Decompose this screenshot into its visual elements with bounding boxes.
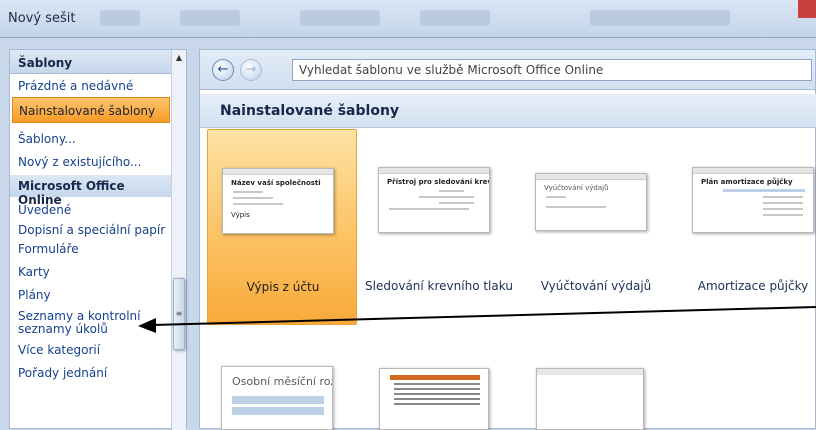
- template-thumbnail: Vyúčtování výdajů: [535, 173, 647, 231]
- thumbnail-title: Vyúčtování výdajů: [544, 184, 609, 192]
- window-title: Nový sešit: [8, 11, 76, 26]
- thumbnail-title: Název vaší společnosti: [231, 179, 321, 187]
- thumbnail-title: Plán amortizace půjčky: [701, 178, 793, 186]
- blurred-toolbar-region: [100, 10, 140, 26]
- forward-arrow-icon[interactable]: →: [240, 59, 262, 81]
- template-tile-loan-amortization[interactable]: Plán amortizace půjčky Amortizace půjčky: [678, 129, 816, 325]
- sidebar-item-more-categories[interactable]: Více kategorií: [10, 336, 172, 357]
- sidebar-item-forms[interactable]: Formuláře: [10, 237, 172, 256]
- template-label: Vyúčtování výdajů: [540, 279, 652, 293]
- template-tile-account-statement[interactable]: Název vaší společnosti Výpis Výpis z účt…: [207, 129, 357, 325]
- template-thumbnail-monthly-budget[interactable]: Osobní měsíční rozpo: [221, 366, 333, 430]
- template-thumbnail: Přístroj pro sledování krevního tl: [378, 167, 490, 233]
- template-label: Amortizace půjčky: [697, 279, 809, 293]
- sidebar-item-checklists[interactable]: Seznamy a kontrolní seznamy úkolů: [10, 302, 172, 336]
- templates-sidebar: Šablony Prázdné a nedávné Nainstalované …: [9, 49, 187, 430]
- template-tile-blood-pressure[interactable]: Přístroj pro sledování krevního tl Sledo…: [364, 129, 514, 325]
- section-title: Nainstalované šablony: [200, 94, 816, 128]
- sidebar-header: Šablony: [10, 50, 172, 74]
- sidebar-item-installed-templates[interactable]: Nainstalované šablony: [12, 97, 170, 123]
- template-thumbnail-blank[interactable]: [536, 368, 644, 430]
- scrollbar-thumb[interactable]: ≡: [173, 278, 185, 350]
- blurred-toolbar-region: [590, 10, 730, 26]
- blurred-toolbar-region: [300, 10, 380, 26]
- back-arrow-icon[interactable]: ←: [212, 59, 234, 81]
- template-thumbnail-list[interactable]: [379, 368, 489, 430]
- close-window-button[interactable]: [798, 0, 816, 18]
- blurred-toolbar-region: [420, 10, 490, 26]
- thumbnail-title: Přístroj pro sledování krevního tl: [387, 178, 489, 186]
- template-tile-expense-report[interactable]: Vyúčtování výdajů Vyúčtování výdajů: [521, 129, 671, 325]
- sidebar-item-cards[interactable]: Karty: [10, 256, 172, 279]
- sidebar-item-blank-recent[interactable]: Prázdné a nedávné: [10, 74, 172, 93]
- templates-main-panel: ← → Vyhledat šablonu ve službě Microsoft…: [199, 49, 816, 430]
- template-label: Sledování krevního tlaku: [365, 279, 513, 293]
- sidebar-section-office-online: Microsoft Office Online: [10, 175, 172, 207]
- template-label: Výpis z účtu: [246, 280, 320, 294]
- thumbnail-title: Osobní měsíční rozpo: [232, 375, 332, 388]
- sidebar-item-stationery[interactable]: Dopisní a speciální papír: [10, 217, 172, 237]
- navigation-bar: ← → Vyhledat šablonu ve službě Microsoft…: [200, 50, 815, 90]
- template-thumbnail: Název vaší společnosti Výpis: [222, 168, 334, 234]
- sidebar-item-new-from-existing[interactable]: Nový z existujícího...: [10, 146, 172, 169]
- blurred-toolbar-region: [180, 10, 240, 26]
- sidebar-item-plans[interactable]: Plány: [10, 279, 172, 302]
- sidebar-item-agendas[interactable]: Pořady jednání: [10, 357, 172, 380]
- window-titlebar: Nový sešit: [0, 0, 816, 38]
- template-search-input[interactable]: Vyhledat šablonu ve službě Microsoft Off…: [292, 59, 812, 81]
- sidebar-scrollbar[interactable]: ▲ ≡: [171, 50, 186, 430]
- thumbnail-subtitle: Výpis: [231, 211, 250, 219]
- template-thumbnail: Plán amortizace půjčky: [692, 167, 814, 233]
- sidebar-item-templates[interactable]: Šablony...: [10, 123, 172, 146]
- scroll-up-icon[interactable]: ▲: [172, 50, 186, 66]
